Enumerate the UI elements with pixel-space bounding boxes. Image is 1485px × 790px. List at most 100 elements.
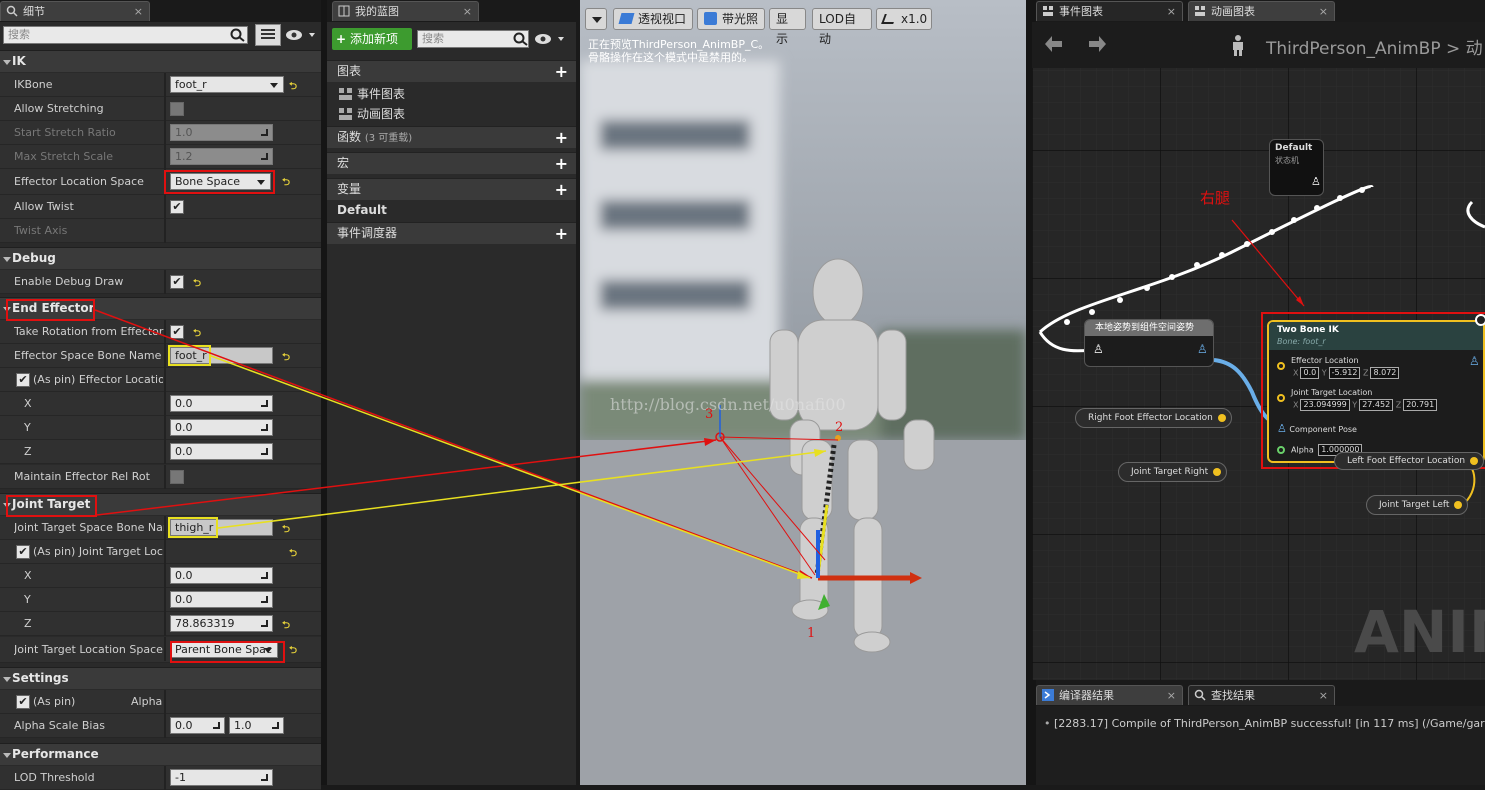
section-graphs[interactable]: 图表 + xyxy=(327,60,576,82)
tab-anim-graph[interactable]: 动画图表 × xyxy=(1188,1,1335,21)
tab-event-graph[interactable]: 事件图表 × xyxy=(1036,1,1183,21)
joint-y-input[interactable]: 0.0 xyxy=(170,591,273,608)
as-pin-joint-checkbox[interactable]: ✔ xyxy=(16,545,30,559)
details-search-input[interactable]: 搜索 xyxy=(3,26,248,44)
reset-icon[interactable]: ⮌ xyxy=(289,79,297,96)
item-event-graph[interactable]: 事件图表 xyxy=(327,84,576,104)
reset-icon[interactable]: ⮌ xyxy=(282,175,290,192)
add-icon[interactable]: + xyxy=(555,225,568,242)
show-button[interactable]: 显示 xyxy=(769,8,806,46)
alpha-min-input[interactable]: 0.0 xyxy=(170,717,225,734)
label: 动画图表 xyxy=(357,107,406,121)
lod-button[interactable]: LOD自动 xyxy=(812,8,872,46)
label: Start Stretch Ratio xyxy=(14,126,116,139)
reset-icon[interactable]: ⮌ xyxy=(282,522,290,539)
anim-graph-canvas[interactable]: ThirdPerson_AnimBP > 动 Default 状态机 ♙ 右腿 … xyxy=(1032,22,1485,680)
joint-target-left-node[interactable]: Joint Target Left xyxy=(1366,495,1469,515)
as-pin-effector-checkbox[interactable]: ✔ xyxy=(16,373,30,387)
forward-arrow-icon[interactable] xyxy=(1087,34,1107,54)
label: Allow Twist xyxy=(14,200,74,213)
close-icon[interactable]: × xyxy=(463,2,472,21)
add-icon[interactable]: + xyxy=(555,155,568,172)
vector-pin-icon[interactable] xyxy=(1454,501,1463,509)
joint-x-input[interactable]: 0.0 xyxy=(170,567,273,584)
refresh-icon[interactable] xyxy=(1475,314,1485,326)
tab-compiler-results[interactable]: 编译器结果 × xyxy=(1036,685,1183,705)
reset-icon[interactable]: ⮌ xyxy=(282,618,290,635)
category-settings[interactable]: Settings xyxy=(0,667,321,689)
right-foot-effector-node[interactable]: Right Foot Effector Location xyxy=(1075,408,1232,428)
graph-breadcrumb[interactable]: ThirdPerson_AnimBP > 动 xyxy=(1266,34,1483,59)
close-icon[interactable]: × xyxy=(1319,686,1328,705)
row-max-stretch: Max Stretch Scale 1.2 xyxy=(0,145,321,169)
reset-icon[interactable]: ⮌ xyxy=(193,276,201,293)
close-icon[interactable]: × xyxy=(1167,2,1176,21)
add-icon[interactable]: + xyxy=(555,63,568,80)
item-default[interactable]: Default xyxy=(327,200,576,220)
effector-z-input[interactable]: 0.0 xyxy=(170,443,273,460)
ikbone-dropdown[interactable]: foot_r xyxy=(170,76,284,93)
start-stretch-input[interactable]: 1.0 xyxy=(170,124,273,141)
close-icon[interactable]: × xyxy=(134,2,143,21)
allow-twist-checkbox[interactable]: ✔ xyxy=(170,200,184,214)
add-new-button[interactable]: + 添加新项 xyxy=(332,28,412,50)
eye-icon[interactable] xyxy=(285,28,317,42)
add-icon[interactable]: + xyxy=(555,129,568,146)
enable-debug-draw-checkbox[interactable]: ✔ xyxy=(170,275,184,289)
grid-view-button[interactable] xyxy=(255,24,281,46)
section-variables[interactable]: 变量 + xyxy=(327,178,576,200)
max-stretch-input[interactable]: 1.2 xyxy=(170,148,273,165)
lit-button[interactable]: 带光照 xyxy=(697,8,765,30)
item-anim-graph[interactable]: 动画图表 xyxy=(327,104,576,124)
details-panel: 搜索 IK IKBone foot_r ⮌ Allow Stretching S… xyxy=(0,22,321,790)
search-icon[interactable] xyxy=(513,32,529,46)
row-start-stretch: Start Stretch Ratio 1.0 xyxy=(0,121,321,145)
close-icon[interactable]: × xyxy=(1319,2,1328,21)
add-icon[interactable]: + xyxy=(555,181,568,198)
reset-icon[interactable]: ⮌ xyxy=(282,350,290,367)
alpha-max-input[interactable]: 1.0 xyxy=(229,717,284,734)
joint-target-right-node[interactable]: Joint Target Right xyxy=(1118,462,1228,482)
search-icon[interactable] xyxy=(230,28,246,42)
tab-my-blueprint[interactable]: 我的蓝图 × xyxy=(332,1,479,21)
perspective-button[interactable]: 透视视口 xyxy=(613,8,693,30)
local-to-component-node[interactable]: 本地姿势到组件空间姿势 ♙ ♙ xyxy=(1084,319,1214,367)
eye-icon[interactable] xyxy=(534,32,566,46)
reset-icon[interactable]: ⮌ xyxy=(289,643,297,660)
section-functions[interactable]: 函数 (3 可重载) + xyxy=(327,126,576,148)
breadcrumb-item[interactable]: ThirdPerson_AnimBP xyxy=(1266,39,1441,59)
section-macros[interactable]: 宏 + xyxy=(327,152,576,174)
vector-pin-icon[interactable] xyxy=(1213,468,1222,476)
close-icon[interactable]: × xyxy=(1167,686,1176,705)
bullet-icon: • xyxy=(1044,717,1051,730)
reset-icon[interactable]: ⮌ xyxy=(289,546,297,563)
pose-pin-icon[interactable]: ♙ xyxy=(1093,342,1104,356)
effector-y-input[interactable]: 0.0 xyxy=(170,419,273,436)
effector-x-input[interactable]: 0.0 xyxy=(170,395,273,412)
vector-pin-icon[interactable] xyxy=(1217,414,1226,422)
viewport[interactable]: 透视视口 带光照 显示 LOD自动 x1.0 正在预览ThirdPerson_A… xyxy=(580,0,1026,785)
vector-pin-icon[interactable] xyxy=(1470,457,1479,465)
left-foot-effector-node[interactable]: Left Foot Effector Location xyxy=(1334,452,1485,470)
viewport-options-button[interactable] xyxy=(585,8,607,30)
joint-z-input[interactable]: 78.863319 xyxy=(170,615,273,632)
tab-find-results[interactable]: 查找结果 × xyxy=(1188,685,1335,705)
category-performance[interactable]: Performance xyxy=(0,743,321,765)
category-ik[interactable]: IK xyxy=(0,50,321,72)
section-event-dispatchers[interactable]: 事件调度器 + xyxy=(327,222,576,244)
allow-stretching-checkbox[interactable] xyxy=(170,102,184,116)
breadcrumb-item[interactable]: 动 xyxy=(1466,39,1483,59)
default-state-machine-node[interactable]: Default 状态机 ♙ xyxy=(1269,139,1324,196)
reset-icon[interactable]: ⮌ xyxy=(193,326,201,343)
tab-details[interactable]: 细节 × xyxy=(0,1,150,21)
maintain-effector-checkbox[interactable] xyxy=(170,470,184,484)
watermark-text: http://blog.csdn.net/u0nafi00 xyxy=(610,395,846,414)
speed-button[interactable]: x1.0 xyxy=(876,8,932,30)
pose-pin-icon[interactable]: ♙ xyxy=(1197,342,1208,356)
back-arrow-icon[interactable] xyxy=(1044,34,1064,54)
category-debug[interactable]: Debug xyxy=(0,247,321,269)
as-pin-alpha-checkbox[interactable]: ✔ xyxy=(16,695,30,709)
pose-pin-icon[interactable]: ♙ xyxy=(1311,175,1321,188)
lod-threshold-input[interactable]: -1 xyxy=(170,769,273,786)
take-rotation-checkbox[interactable]: ✔ xyxy=(170,325,184,339)
